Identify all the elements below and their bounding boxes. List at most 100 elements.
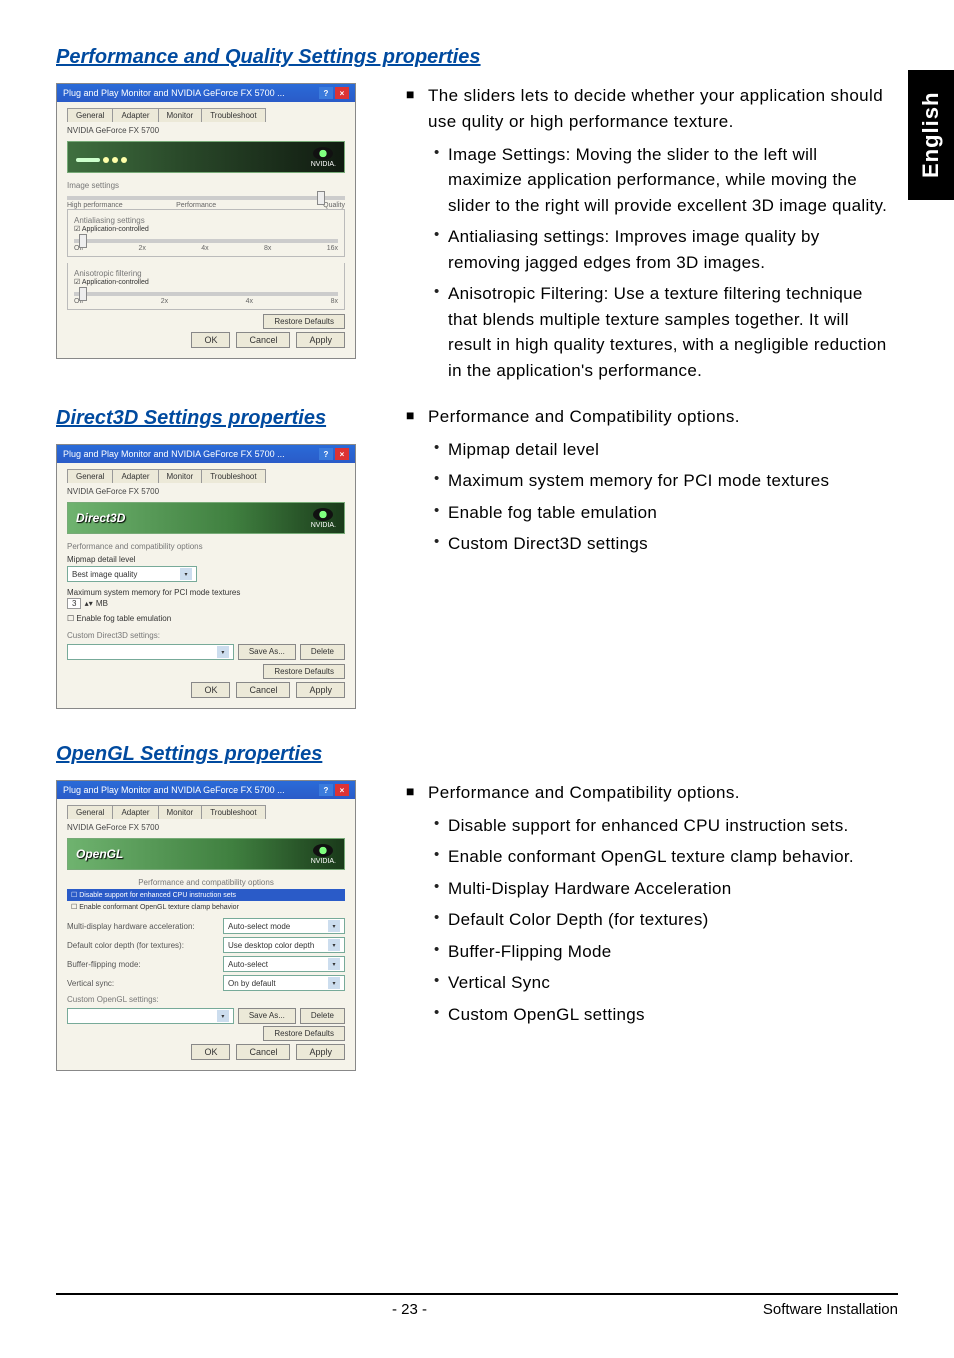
perf-title: Performance and Quality Settings propert… [56, 46, 898, 69]
aa-label: Antialiasing settings [74, 216, 338, 225]
tab-monitor[interactable]: Monitor [158, 469, 203, 483]
chevron-down-icon: ▾ [328, 939, 340, 951]
mem-label: Maximum system memory for PCI mode textu… [67, 588, 345, 597]
dlg-title: Plug and Play Monitor and NVIDIA GeForce… [63, 449, 285, 459]
mem-value[interactable]: 3 [67, 598, 81, 609]
multi-dropdown[interactable]: Auto-select mode▾ [223, 918, 345, 934]
tab-general[interactable]: General [67, 805, 113, 819]
aa-mode: ☑ Application-controlled [74, 225, 338, 233]
custom-d3d-label: Custom Direct3D settings: [67, 631, 345, 640]
multi-label: Multi-display hardware acceleration: [67, 922, 217, 931]
vsync-label: Vertical sync: [67, 979, 217, 988]
mip-label: Mipmap detail level [67, 555, 345, 564]
save-as-button[interactable]: Save As... [238, 644, 296, 660]
help-icon[interactable]: ? [319, 87, 333, 99]
custom-ogl-select[interactable]: ▾ [67, 1008, 234, 1024]
perf-dialog: Plug and Play Monitor and NVIDIA GeForce… [56, 83, 356, 359]
buf-label: Buffer-flipping mode: [67, 960, 217, 969]
dlg-title: Plug and Play Monitor and NVIDIA GeForce… [63, 785, 285, 795]
aniso-mode: ☑ Application-controlled [74, 278, 338, 286]
tab-troubleshoot[interactable]: Troubleshoot [201, 469, 265, 483]
vsync-dropdown[interactable]: On by default▾ [223, 975, 345, 991]
close-icon[interactable]: × [335, 448, 349, 460]
apply-button[interactable]: Apply [296, 332, 345, 348]
nvidia-logo-icon: NVIDIA. [311, 508, 336, 529]
product-label: NVIDIA GeForce FX 5700 [67, 823, 345, 832]
tick: 8x [264, 245, 271, 252]
aniso-slider[interactable] [74, 292, 338, 296]
help-icon[interactable]: ? [319, 784, 333, 796]
chevron-down-icon: ▾ [217, 646, 229, 658]
tab-adapter[interactable]: Adapter [112, 805, 158, 819]
close-icon[interactable]: × [335, 784, 349, 796]
hp-label: High performance [67, 202, 123, 209]
ogl-intro: Performance and Compatibility options. D… [406, 780, 888, 1027]
ogl-bullet-6: Vertical Sync [428, 970, 888, 996]
tick: 4x [201, 245, 208, 252]
tab-troubleshoot[interactable]: Troubleshoot [201, 108, 265, 122]
buf-dropdown[interactable]: Auto-select▾ [223, 956, 345, 972]
d3d-bullet-2: Maximum system memory for PCI mode textu… [428, 468, 888, 494]
d3d-group-label: Performance and compatibility options [67, 542, 345, 551]
tab-adapter[interactable]: Adapter [112, 469, 158, 483]
restore-defaults-button[interactable]: Restore Defaults [263, 664, 345, 679]
ok-button[interactable]: OK [191, 332, 230, 348]
tick: 2x [161, 298, 168, 305]
chevron-down-icon: ▾ [217, 1010, 229, 1022]
depth-dropdown[interactable]: Use desktop color depth▾ [223, 937, 345, 953]
tab-troubleshoot[interactable]: Troubleshoot [201, 805, 265, 819]
nvidia-logo-icon: NVIDIA. [311, 844, 336, 865]
save-as-button[interactable]: Save As... [238, 1008, 296, 1024]
enable-clamp-checkbox[interactable]: ☐ Enable conformant OpenGL texture clamp… [67, 903, 345, 915]
perf-bullet-3: Anisotropic Filtering: Use a texture fil… [428, 281, 888, 383]
close-icon[interactable]: × [335, 87, 349, 99]
fog-checkbox[interactable]: ☐ Enable fog table emulation [67, 614, 345, 623]
product-label: NVIDIA GeForce FX 5700 [67, 487, 345, 496]
d3d-bullet-4: Custom Direct3D settings [428, 531, 888, 557]
perf-bullet-1: Image Settings: Moving the slider to the… [428, 142, 888, 219]
apply-button[interactable]: Apply [296, 1044, 345, 1060]
tab-monitor[interactable]: Monitor [158, 108, 203, 122]
ogl-group-label: Performance and compatibility options [67, 878, 345, 887]
ok-button[interactable]: OK [191, 1044, 230, 1060]
restore-defaults-button[interactable]: Restore Defaults [263, 314, 345, 329]
apply-button[interactable]: Apply [296, 682, 345, 698]
delete-button[interactable]: Delete [300, 1008, 345, 1024]
tab-monitor[interactable]: Monitor [158, 805, 203, 819]
page-number: - 23 - [392, 1301, 427, 1318]
ogl-bullet-7: Custom OpenGL settings [428, 1002, 888, 1028]
mip-dropdown[interactable]: Best image quality▾ [67, 566, 197, 582]
delete-button[interactable]: Delete [300, 644, 345, 660]
image-settings-label: Image settings [67, 181, 345, 190]
disable-cpu-checkbox[interactable]: ☐ Disable support for enhanced CPU instr… [67, 889, 345, 901]
aa-slider[interactable] [74, 239, 338, 243]
d3d-banner: Direct3D [76, 511, 125, 525]
mem-unit: MB [96, 599, 108, 608]
restore-defaults-button[interactable]: Restore Defaults [263, 1026, 345, 1041]
custom-d3d-select[interactable]: ▾ [67, 644, 234, 660]
tab-general[interactable]: General [67, 469, 113, 483]
d3d-intro: Performance and Compatibility options. M… [406, 404, 888, 556]
dlg-title: Plug and Play Monitor and NVIDIA GeForce… [63, 88, 285, 98]
tick: 2x [139, 245, 146, 252]
ogl-dialog: Plug and Play Monitor and NVIDIA GeForce… [56, 780, 356, 1071]
ogl-bullet-4: Default Color Depth (for textures) [428, 907, 888, 933]
cancel-button[interactable]: Cancel [236, 1044, 290, 1060]
footer-section: Software Installation [763, 1301, 898, 1318]
aniso-label: Anisotropic filtering [74, 269, 338, 278]
cancel-button[interactable]: Cancel [236, 682, 290, 698]
depth-label: Default color depth (for textures): [67, 941, 217, 950]
tab-adapter[interactable]: Adapter [112, 108, 158, 122]
ogl-bullet-3: Multi-Display Hardware Acceleration [428, 876, 888, 902]
help-icon[interactable]: ? [319, 448, 333, 460]
ogl-bullet-2: Enable conformant OpenGL texture clamp b… [428, 844, 888, 870]
chevron-down-icon: ▾ [180, 568, 192, 580]
tick: 8x [331, 298, 338, 305]
chevron-down-icon: ▾ [328, 920, 340, 932]
ok-button[interactable]: OK [191, 682, 230, 698]
tab-general[interactable]: General [67, 108, 113, 122]
d3d-bullet-3: Enable fog table emulation [428, 500, 888, 526]
image-settings-slider[interactable] [67, 196, 345, 200]
cancel-button[interactable]: Cancel [236, 332, 290, 348]
custom-ogl-label: Custom OpenGL settings: [67, 995, 345, 1004]
